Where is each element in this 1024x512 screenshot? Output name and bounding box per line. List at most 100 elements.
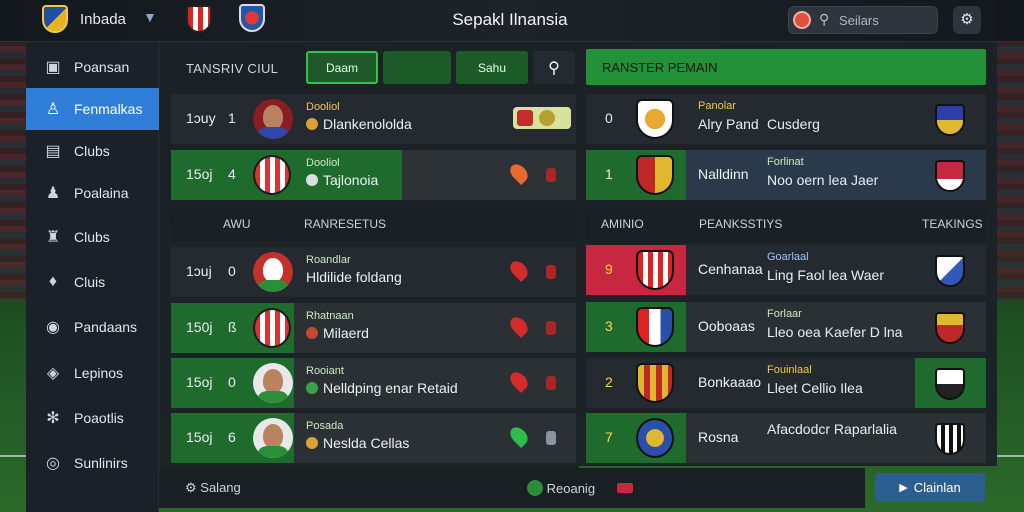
footer-bar: ⚙ Salang Reoanig (159, 468, 865, 508)
team-crest-icon (636, 99, 674, 139)
settings-gear-icon[interactable]: ⚙ (953, 6, 981, 34)
row-name-text: Nelldping enar Retaid (323, 380, 458, 396)
team-crest-icon (636, 250, 674, 290)
club-row[interactable]: 15oj 4 Dooliol Tajlonoia (171, 150, 576, 200)
sidebar-item-2[interactable]: ▤ Clubs (26, 130, 159, 172)
sidebar-item-8[interactable]: ✻ Poaotlis (26, 397, 159, 439)
row-sub: Cusderg (767, 116, 820, 132)
tab-2[interactable]: Sahu (456, 51, 528, 84)
section-col: PEANKSSTIYS (699, 217, 783, 231)
row-name-text: Milaerd (323, 325, 369, 341)
search-icon[interactable]: ⚲ (533, 51, 575, 84)
row-name: Dlankenololda (306, 116, 412, 132)
sidebar-item-label: Sunlinirs (74, 455, 128, 471)
card-icon (546, 376, 556, 390)
helmet-icon: ◉ (46, 319, 60, 336)
brand-logo-icon (793, 11, 811, 29)
roster-row[interactable]: 1 Nalldinn Forlinat Noo oern lea Jaer (586, 150, 986, 200)
ball-icon (527, 480, 543, 496)
sidebar-item-label: Clubs (74, 143, 110, 159)
sidebar-item-6[interactable]: ◉ Pandaans (26, 306, 159, 348)
sidebar-item-0[interactable]: ▣ Poansan (26, 46, 159, 88)
club-crest-icon (253, 308, 291, 348)
team-select[interactable]: Inbada (80, 11, 126, 28)
sidebar-item-9[interactable]: ◎ Sunlinirs (26, 442, 159, 484)
continue-label: Clainlan (913, 480, 961, 495)
search-box[interactable]: ⚲ (788, 6, 938, 34)
row-name: Milaerd (306, 325, 369, 341)
club-row[interactable]: 1ɔuj 0 Roandlar Hldilide foldang (171, 247, 576, 297)
person-icon: ♟ (45, 185, 61, 202)
record-icon (617, 483, 633, 493)
sidebar-item-label: Cluis (74, 274, 106, 290)
row-tag: Forlaar (767, 308, 802, 320)
chevron-down-icon[interactable]: ▼ (143, 9, 157, 25)
sidebar-item-3[interactable]: ♟ Poalaina (26, 172, 159, 214)
tab-1[interactable] (383, 51, 451, 84)
sidebar-item-label: Poaotlis (74, 410, 124, 426)
team-crest-icon (636, 307, 674, 347)
footer-right[interactable]: Reoanig (527, 480, 595, 496)
sidebar-item-label: Clubs (74, 229, 110, 245)
row-tag: Dooliol (306, 101, 340, 113)
settings-icon: ✻ (46, 410, 60, 427)
row-tag: Fouinlaal (767, 364, 812, 376)
tab-0[interactable]: Daam (306, 51, 378, 84)
roster-header: RANSTER PEMAIN (602, 60, 718, 75)
team-crest-icon (636, 155, 674, 195)
club-crest-icon (935, 255, 965, 287)
row-name-text: Neslda Cellas (323, 435, 410, 451)
continue-button[interactable]: ▶ Clainlan (875, 473, 985, 502)
club-row[interactable]: 15oj 0 Rooiant Nelldping enar Retaid (171, 358, 576, 408)
trophy-icon: ♜ (45, 229, 61, 246)
section-col: TEAKINGS (922, 217, 983, 231)
player-avatar (253, 99, 293, 139)
club-row[interactable]: 15oj 6 Posada Neslda Cellas (171, 413, 576, 463)
sidebar-item-4[interactable]: ♜ Clubs (26, 216, 159, 258)
club-row[interactable]: 1ɔuy 1 Dooliol Dlankenololda (171, 94, 576, 144)
play-icon: ▶ (899, 482, 908, 494)
row-rank: ß (228, 319, 237, 335)
row-rank: 0 (605, 110, 613, 126)
club-crest-icon[interactable] (186, 5, 212, 33)
roster-header-bar: RANSTER PEMAIN (586, 49, 986, 85)
sidebar-item-7[interactable]: ◈ Lepinos (26, 352, 159, 394)
player-name: Nalldinn (698, 166, 749, 182)
row-sub: Lleet Cellio Ilea (767, 380, 863, 396)
sidebar-item-5[interactable]: ♦ Cluis (26, 261, 159, 303)
top-bar: Inbada ▼ Sepakl Ilnansia ⚲ ⚙ (0, 0, 1024, 42)
club-row[interactable]: 150j ß Rhatnaan Milaerd (171, 303, 576, 353)
team-crest-icon (636, 363, 674, 403)
row-name: Neslda Cellas (306, 435, 409, 451)
row-name-text: Tajlonoia (323, 172, 379, 188)
row-prefix: 15oj (186, 374, 213, 390)
row-name: Hldilide foldang (306, 269, 402, 285)
roster-row[interactable]: 9 Cenhanaa Goarlaal Ling Faol lea Waer (586, 245, 986, 295)
pin-icon: ♦ (48, 273, 58, 290)
row-rank: 1 (228, 110, 236, 126)
row-sub: Noo oern lea Jaer (767, 172, 879, 188)
sidebar-item-1[interactable]: ♙ Fenmalkas (26, 88, 159, 130)
player-name: Alry Pand (698, 116, 759, 132)
coin-badge-icon (513, 107, 571, 129)
row-rank: 4 (228, 166, 236, 182)
row-prefix: 1ɔuy (186, 110, 216, 126)
roster-row[interactable]: 3 Ooboaas Forlaar Lleo oea Kaefer D lna (586, 302, 986, 352)
search-input[interactable] (839, 10, 929, 30)
sidebar-item-label: Poansan (74, 59, 130, 75)
roster-row[interactable]: 0 Panolar Alry Pand Cusderg (586, 94, 986, 144)
row-rank: 7 (605, 429, 613, 445)
section-col: RANRESETUS (304, 217, 387, 231)
roster-row[interactable]: 7 Rosna Afacdodcr Raparlalia (586, 413, 986, 463)
club-crest-icon (253, 155, 291, 195)
team-crest-icon[interactable] (42, 5, 68, 33)
search-icon[interactable]: ⚲ (819, 11, 829, 28)
player-avatar (253, 252, 293, 292)
crowd-left (0, 40, 28, 300)
gear-icon: ⚙ (185, 480, 197, 495)
roster-row[interactable]: 2 Bonkaaao Fouinlaal Lleet Cellio Ilea (586, 358, 986, 408)
player-name: Bonkaaao (698, 374, 762, 390)
footer-left[interactable]: ⚙ Salang (185, 480, 241, 496)
row-tag: Rhatnaan (306, 310, 354, 322)
league-crest-icon[interactable] (239, 4, 265, 32)
